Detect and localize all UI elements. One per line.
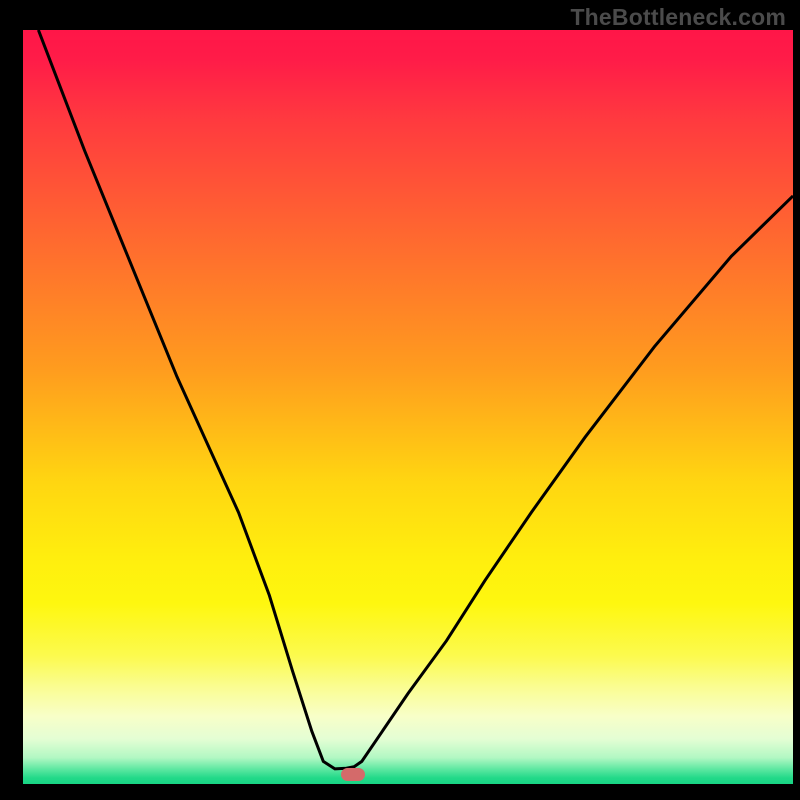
chart-container: TheBottleneck.com [0,0,800,800]
plot-area [23,30,793,784]
curve-path [38,30,793,769]
optimum-marker [341,768,365,781]
watermark-text: TheBottleneck.com [570,4,786,31]
bottleneck-curve [23,30,793,784]
